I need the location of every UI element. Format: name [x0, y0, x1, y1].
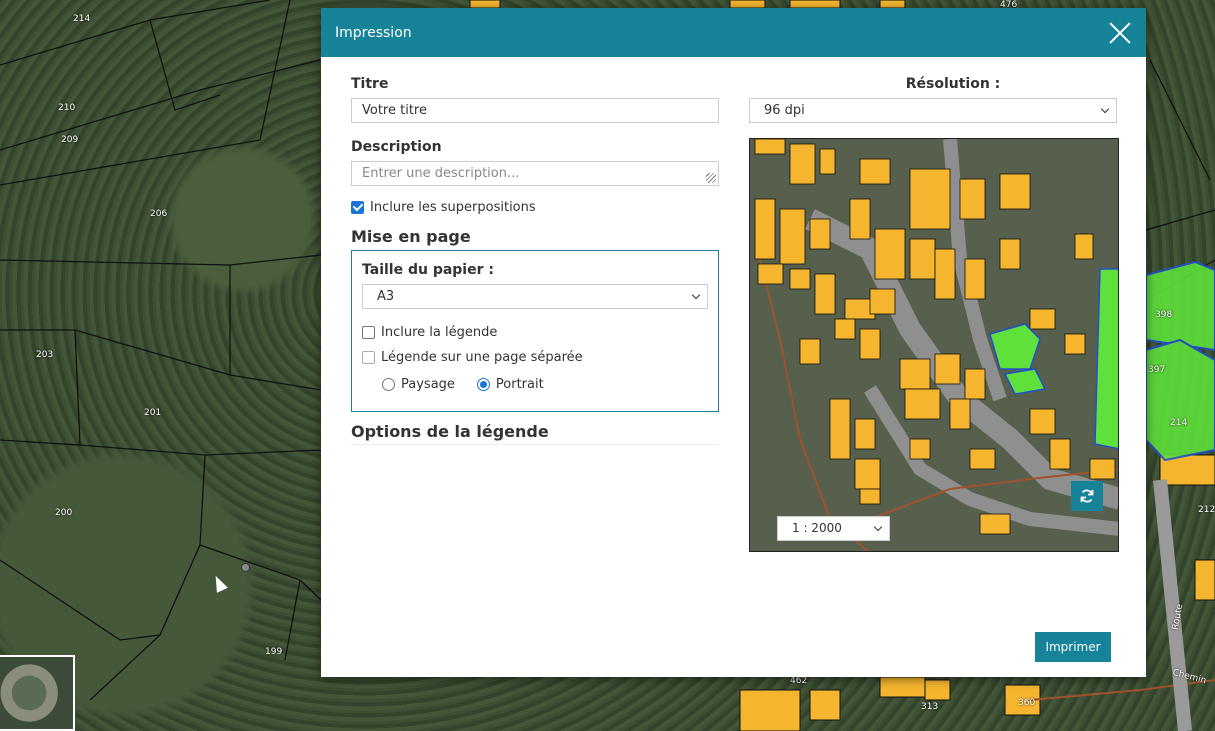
paper-size-value: A3 — [377, 289, 395, 304]
title-input[interactable]: Votre titre — [351, 98, 719, 123]
resolution-label: Résolution : — [905, 76, 1001, 92]
parcel-label: 212 — [1198, 505, 1215, 515]
title-label: Titre — [351, 76, 389, 92]
scale-select[interactable]: 1 : 2000 — [777, 516, 890, 541]
include-legend-row[interactable]: Inclure la légende — [362, 325, 708, 340]
portrait-radio[interactable] — [476, 378, 490, 391]
parcel-label: 462 — [790, 676, 808, 686]
include-legend-checkbox[interactable] — [362, 326, 375, 339]
parcel-label: 199 — [265, 647, 283, 657]
parcel-label: 397 — [1148, 365, 1166, 375]
layout-panel: Taille du papier : A3 Inclure la légende… — [351, 250, 719, 412]
include-overlays-checkbox[interactable] — [351, 201, 364, 214]
layout-section-title[interactable]: Mise en page — [351, 227, 719, 246]
parcel-label: 206 — [150, 209, 168, 219]
map-marker — [241, 563, 250, 572]
overview-map-thumbnail[interactable] — [0, 655, 75, 731]
orientation-group: Paysage Portrait — [362, 377, 708, 392]
landscape-label[interactable]: Paysage — [401, 377, 455, 392]
parcel-label: 210 — [58, 103, 76, 113]
include-overlays-label[interactable]: Inclure les superpositions — [370, 200, 536, 215]
legend-separate-page-checkbox[interactable] — [362, 351, 375, 364]
resize-grip-icon[interactable] — [706, 173, 716, 183]
paper-size-label: Taille du papier : — [362, 262, 494, 278]
legend-separate-page-label[interactable]: Légende sur une page séparée — [381, 350, 583, 365]
parcel-label: 398 — [1155, 310, 1173, 320]
preview-column: Résolution : 96 dpi — [749, 76, 1117, 123]
parcel-label: 313 — [921, 702, 939, 712]
print-options-column: Titre Votre titre Description Entrer une… — [351, 76, 719, 445]
resolution-value: 96 dpi — [764, 103, 805, 118]
print-preview-map[interactable]: 1 : 2000 — [749, 138, 1119, 552]
parcel-label: 200 — [55, 508, 73, 518]
dialog-title: Impression — [335, 24, 412, 41]
scale-value: 1 : 2000 — [792, 521, 842, 535]
dialog-header: Impression — [321, 8, 1146, 57]
parcel-label: 360 — [1018, 698, 1036, 708]
parcel-label: 209 — [61, 135, 79, 145]
resolution-select[interactable]: 96 dpi — [749, 98, 1117, 123]
chevron-down-icon — [873, 522, 883, 532]
parcel-label: 214 — [73, 14, 91, 24]
include-legend-label[interactable]: Inclure la légende — [381, 325, 497, 340]
paper-size-select[interactable]: A3 — [362, 284, 708, 309]
parcel-label: 203 — [36, 350, 54, 360]
parcel-label: 214 — [1170, 418, 1188, 428]
description-label: Description — [351, 139, 442, 155]
legend-options-title[interactable]: Options de la légende — [351, 422, 719, 445]
include-overlays-row[interactable]: Inclure les superpositions — [351, 200, 719, 215]
preview-map-image — [750, 139, 1118, 551]
close-icon[interactable] — [1108, 21, 1132, 45]
print-button[interactable]: Imprimer — [1035, 632, 1111, 662]
portrait-label[interactable]: Portrait — [496, 377, 544, 392]
legend-separate-page-row[interactable]: Légende sur une page séparée — [362, 350, 708, 365]
description-placeholder: Entrer une description... — [362, 166, 520, 181]
chevron-down-icon — [1100, 104, 1110, 114]
refresh-preview-button[interactable] — [1071, 481, 1103, 511]
description-textarea[interactable]: Entrer une description... — [351, 161, 719, 186]
parcel-label: 201 — [144, 408, 162, 418]
print-dialog: Impression Titre Votre titre Description… — [321, 8, 1146, 677]
landscape-radio[interactable] — [382, 378, 395, 391]
refresh-icon — [1080, 489, 1094, 503]
chevron-down-icon — [691, 290, 701, 300]
